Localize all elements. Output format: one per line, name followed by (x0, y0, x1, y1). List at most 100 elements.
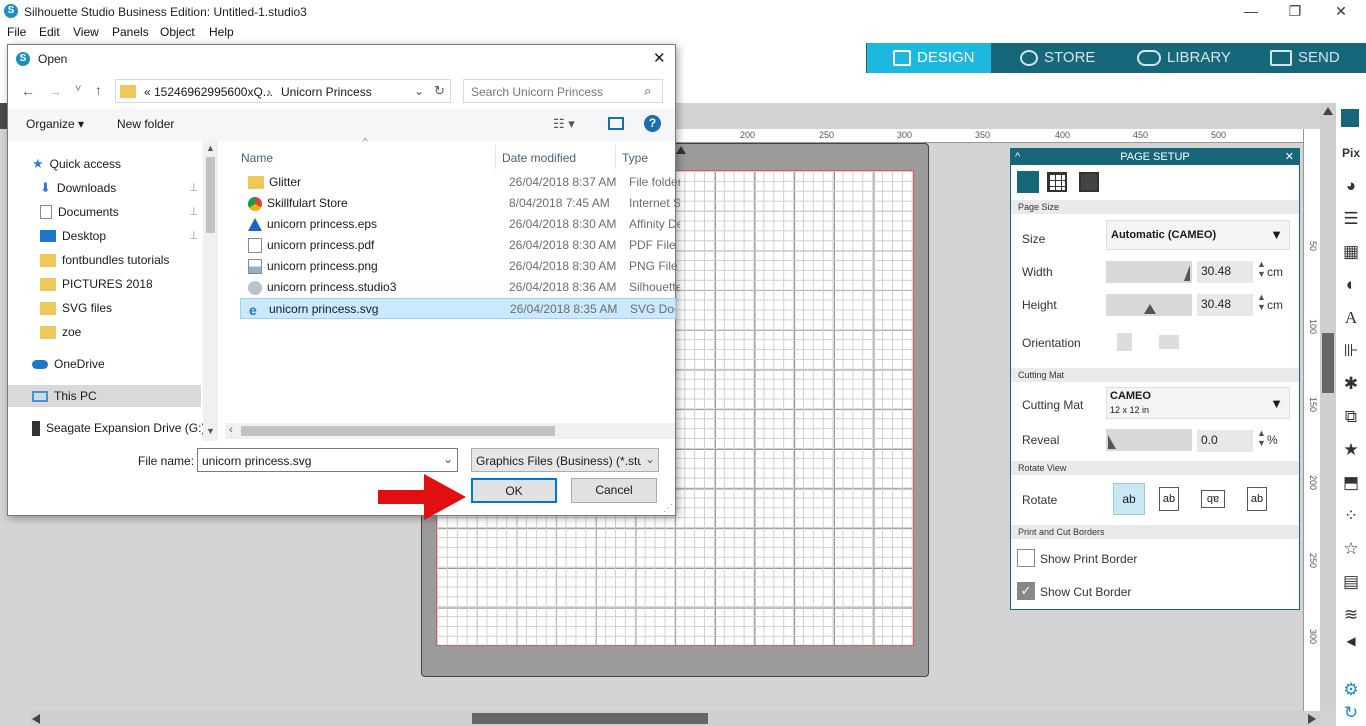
file-row[interactable]: Glitter 26/04/2018 8:37 AM File folder (240, 172, 680, 193)
forward-arrow-icon[interactable]: → (48, 83, 62, 99)
column-date-modified[interactable]: Date modified (502, 151, 576, 165)
nav-scroll-thumb[interactable] (206, 157, 215, 233)
rotate-90-button[interactable]: ab (1159, 487, 1179, 511)
page-tab-icon[interactable] (1017, 171, 1039, 193)
file-row[interactable]: unicorn princess.png 26/04/2018 8:30 AM … (240, 256, 680, 277)
reveal-stepper-icon[interactable]: ▲ ▼ (1257, 428, 1266, 448)
scroll-up-icon[interactable] (1323, 107, 1333, 115)
vertical-scrollbar[interactable] (1320, 103, 1336, 711)
replicate-icon[interactable]: ⧉ (1341, 407, 1361, 427)
file-type-select[interactable]: Graphics Files (Business) (*.stuc ⌄ (471, 448, 659, 472)
cut-border-checkbox[interactable]: ✓ (1017, 582, 1035, 600)
minimize-button[interactable]: — (1228, 0, 1274, 24)
nav-fontbundles[interactable]: fontbundles tutorials (40, 249, 169, 271)
tab-design[interactable]: DESIGN (867, 43, 991, 73)
nav-desktop[interactable]: Desktop (40, 225, 106, 247)
grid-tab-icon[interactable] (1047, 172, 1067, 192)
landscape-icon[interactable] (1159, 335, 1179, 349)
menu-file[interactable]: File (7, 25, 26, 39)
menu-panels[interactable]: Panels (112, 25, 149, 39)
nav-scrollbar[interactable]: ▲ ▼ (203, 141, 218, 441)
menu-object[interactable]: Object (160, 25, 195, 39)
align-icon[interactable]: ⊪ (1341, 341, 1361, 361)
width-stepper-icon[interactable]: ▲ ▼ (1257, 259, 1266, 279)
page-setup-icon[interactable] (1341, 109, 1359, 127)
address-bar[interactable]: « 15246962995600xQ... › Unicorn Princess… (115, 79, 451, 103)
width-input[interactable]: 30.48 (1197, 261, 1253, 283)
pin-icon[interactable]: ⊥ (189, 181, 199, 194)
refresh-icon[interactable]: ↻ (1341, 703, 1361, 723)
rotate-0-button[interactable]: ab (1113, 483, 1145, 515)
search-placeholder[interactable]: Search Unicorn Princess (471, 85, 603, 99)
close-window-button[interactable]: ✕ (1318, 0, 1364, 24)
search-box[interactable]: Search Unicorn Princess ⌕ (463, 79, 663, 103)
organize-button[interactable]: Organize ▾ (26, 117, 84, 131)
nav-onedrive[interactable]: OneDrive (32, 353, 105, 375)
scroll-left-icon[interactable]: ‹ (229, 424, 233, 436)
menu-edit[interactable]: Edit (39, 25, 60, 39)
up-folder-icon[interactable]: ↑ (95, 82, 102, 98)
file-list-scroll-thumb[interactable] (241, 426, 555, 436)
portrait-icon[interactable] (1117, 333, 1132, 351)
height-input[interactable]: 30.48 (1197, 294, 1253, 316)
file-row[interactable]: unicorn princess.studio3 26/04/2018 8:36… (240, 277, 680, 298)
nav-documents[interactable]: Documents (40, 201, 119, 223)
vertical-scroll-thumb[interactable] (1322, 333, 1334, 393)
help-icon[interactable]: ? (644, 115, 661, 132)
offset-icon[interactable]: ⬒ (1341, 473, 1361, 493)
nav-seagate-drive[interactable]: Seagate Expansion Drive (G:) (32, 417, 205, 439)
refresh-icon[interactable]: ↻ (434, 83, 445, 99)
nav-svg-files[interactable]: SVG files (40, 297, 112, 319)
scroll-left-icon[interactable] (32, 714, 40, 724)
reveal-slider[interactable] (1106, 429, 1192, 451)
height-slider[interactable] (1106, 294, 1192, 316)
slider-handle[interactable] (1184, 265, 1190, 281)
file-row[interactable]: unicorn princess.pdf 26/04/2018 8:30 AM … (240, 235, 680, 256)
file-row[interactable]: unicorn princess.eps 26/04/2018 8:30 AM … (240, 214, 680, 235)
menu-help[interactable]: Help (209, 25, 234, 39)
menu-view[interactable]: View (73, 25, 99, 39)
ok-button[interactable]: OK (471, 478, 557, 503)
restore-button[interactable]: ❐ (1272, 0, 1318, 24)
slider-handle[interactable] (1108, 435, 1116, 449)
sketch-icon[interactable]: ≋ (1341, 605, 1361, 625)
file-row[interactable]: Skillfulart Store 8/04/2018 7:45 AM Inte… (240, 193, 680, 214)
column-divider[interactable] (495, 145, 496, 169)
close-dialog-button[interactable]: ✕ (653, 49, 666, 67)
resize-grip-icon[interactable]: ⋰ (663, 503, 673, 514)
filename-input[interactable]: unicorn princess.svg ⌄ (197, 448, 458, 472)
trace-icon[interactable]: ⁘ (1341, 506, 1361, 526)
nav-this-pc[interactable]: This PC (8, 385, 201, 407)
address-dropdown-icon[interactable]: ⌄ (414, 84, 424, 98)
new-folder-button[interactable]: New folder (117, 117, 174, 131)
chevron-down-icon[interactable]: ⌄ (443, 452, 453, 466)
back-arrow-icon[interactable]: ← (21, 83, 35, 99)
breadcrumb-parent[interactable]: « 15246962995600xQ... (144, 85, 273, 99)
pin-icon[interactable]: ⊥ (189, 205, 199, 218)
settings-gear-icon[interactable]: ⚙ (1341, 680, 1361, 700)
horizontal-scrollbar[interactable] (30, 711, 1320, 726)
print-border-checkbox[interactable] (1017, 549, 1035, 567)
registration-tab-icon[interactable] (1079, 172, 1099, 192)
pixscan-icon[interactable]: Pix (1341, 143, 1361, 163)
scroll-up-icon[interactable]: ▲ (206, 143, 215, 153)
file-list-hscrollbar[interactable]: ‹ (225, 423, 675, 439)
cutting-mat-select[interactable]: CAMEO 12 x 12 in ▼ (1106, 387, 1290, 419)
rotate-180-button[interactable]: ab (1201, 490, 1225, 508)
collapse-arrow-icon[interactable]: ◀ (1341, 631, 1361, 651)
slider-handle[interactable] (1144, 304, 1156, 314)
transform-icon[interactable]: ✱ (1341, 374, 1361, 394)
fill-color-icon[interactable]: ◕ (1341, 176, 1361, 196)
file-row-selected[interactable]: e unicorn princess.svg 26/04/2018 8:35 AM… (240, 298, 676, 319)
horizontal-scroll-thumb[interactable] (472, 713, 708, 724)
collapse-panel-icon[interactable]: ^ (1015, 149, 1020, 165)
transparency-icon[interactable]: ◐ (1341, 275, 1361, 295)
close-panel-icon[interactable]: ✕ (1285, 149, 1294, 165)
pin-icon[interactable]: ⊥ (189, 229, 199, 242)
nav-quick-access[interactable]: ★ Quick access (32, 153, 121, 175)
height-stepper-icon[interactable]: ▲ ▼ (1257, 292, 1266, 312)
favorite-star-icon[interactable]: ☆ (1341, 539, 1361, 559)
tab-library[interactable]: LIBRARY (1137, 43, 1247, 73)
fill-pattern-icon[interactable]: ▦ (1341, 242, 1361, 262)
size-select[interactable]: Automatic (CAMEO) ▼ (1106, 220, 1290, 250)
